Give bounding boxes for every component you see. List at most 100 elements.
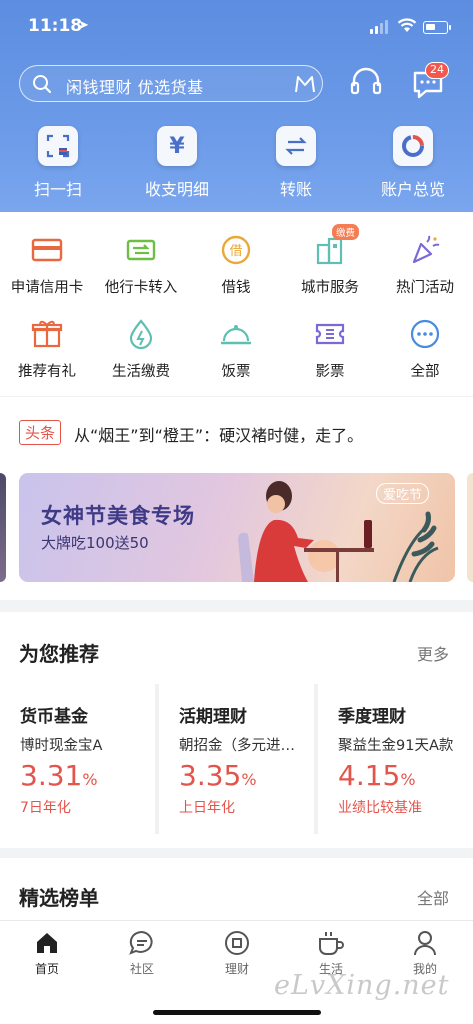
card-product: 朝招金（多元进… <box>179 738 295 754</box>
chat-bubble-icon <box>112 929 172 957</box>
more-icon <box>407 316 443 352</box>
card-product: 聚益生金91天A款 <box>338 738 454 754</box>
borrow-icon: 借 <box>218 232 254 268</box>
rankings-title: 精选榜单 <box>19 886 99 910</box>
recommend-title: 为您推荐 <box>19 642 99 666</box>
party-popper-icon <box>407 232 443 268</box>
card-name: 货币基金 <box>20 707 88 727</box>
banner-title: 女神节美食专场 <box>41 504 195 528</box>
svg-text:借: 借 <box>229 244 242 259</box>
tab-home[interactable]: 首页 <box>17 929 77 977</box>
service-label: 生活缴费 <box>112 364 170 380</box>
city-icon: 缴费 <box>312 224 360 268</box>
headline-news[interactable]: 头条 从“烟王”到“橙王”：硬汉褚时健，走了。 <box>0 396 473 470</box>
quick-action-transfer[interactable]: 转账 <box>241 126 351 200</box>
yen-icon: ¥ <box>157 126 197 166</box>
service-utility-payment[interactable]: 生活缴费 <box>91 316 191 381</box>
service-movie-ticket[interactable]: 影票 <box>280 316 380 381</box>
battery-icon <box>423 21 451 34</box>
promo-banner[interactable]: 女神节美食专场 大牌吃100送50 爱吃节 <box>19 473 455 582</box>
user-icon <box>395 929 455 957</box>
search-placeholder: 闲钱理财 优选货基 <box>66 78 204 97</box>
quick-action-label: 收支明细 <box>144 180 209 199</box>
tab-finance[interactable]: 理财 <box>207 929 267 977</box>
headset-icon[interactable] <box>349 66 383 98</box>
service-label: 全部 <box>410 364 440 380</box>
card-rate-desc: 业绩比较基准 <box>338 800 422 816</box>
status-bar: 11:18 ➤ <box>0 0 473 56</box>
service-referral-gift[interactable]: 推荐有礼 <box>0 316 97 381</box>
banner-prev-peek[interactable] <box>0 473 6 582</box>
card-name: 季度理财 <box>338 707 406 727</box>
banner-carousel: 女神节美食专场 大牌吃100送50 爱吃节 <box>0 470 473 600</box>
service-label: 城市服务 <box>301 280 359 296</box>
service-label: 借钱 <box>221 280 251 296</box>
gift-icon <box>29 316 65 352</box>
service-label: 推荐有礼 <box>18 364 76 380</box>
card-transfer-icon <box>123 232 159 268</box>
card-rate: 4.15% <box>338 759 416 792</box>
finance-icon <box>207 929 267 957</box>
recommend-cards: 货币基金 博时现金宝A 3.31% 7日年化 活期理财 朝招金（多元进… 3.3… <box>0 684 473 834</box>
quick-action-label: 转账 <box>279 180 312 199</box>
quick-action-scan[interactable]: 扫一扫 <box>3 126 113 200</box>
card-rate: 3.31% <box>20 759 98 792</box>
home-icon <box>17 929 77 957</box>
rankings-section: 精选榜单 全部 <box>0 858 473 920</box>
service-city[interactable]: 缴费 城市服务 <box>280 224 380 297</box>
card-product: 博时现金宝A <box>20 738 103 754</box>
service-badge: 缴费 <box>332 224 360 240</box>
tab-label: 理财 <box>224 962 249 976</box>
service-borrow[interactable]: 借 借钱 <box>186 232 286 297</box>
service-grid: 申请信用卡 他行卡转入 借 借钱 缴费 城市服务 热门活动 推荐有礼 生活缴费 … <box>0 212 473 396</box>
scan-icon <box>38 126 78 166</box>
search-icon <box>33 75 52 94</box>
quick-action-statement[interactable]: ¥ 收支明细 <box>122 126 232 200</box>
recommend-more-link[interactable]: 更多 <box>417 641 449 665</box>
headline-tag: 头条 <box>19 420 62 445</box>
tab-community[interactable]: 社区 <box>112 929 172 977</box>
banner-next-peek[interactable] <box>467 473 473 582</box>
tab-label: 社区 <box>129 962 154 976</box>
card-rate: 3.35% <box>179 759 257 792</box>
quick-action-overview[interactable]: 账户总览 <box>358 126 468 200</box>
service-hot-events[interactable]: 热门活动 <box>375 232 473 297</box>
service-label: 热门活动 <box>396 280 454 296</box>
status-time: 11:18 <box>28 16 83 36</box>
recommend-section: 为您推荐 更多 货币基金 博时现金宝A 3.31% 7日年化 活期理财 朝招金（… <box>0 612 473 848</box>
donut-chart-icon <box>393 126 433 166</box>
card-rate-desc: 上日年化 <box>179 800 235 816</box>
recommend-card[interactable]: 季度理财 聚益生金91天A款 4.15% 业绩比较基准 <box>318 684 473 834</box>
wifi-icon <box>397 18 417 32</box>
service-label: 申请信用卡 <box>10 280 84 296</box>
recommend-card[interactable]: 货币基金 博时现金宝A 3.31% 7日年化 <box>0 684 155 834</box>
credit-card-icon <box>29 232 65 268</box>
water-drop-icon <box>123 316 159 352</box>
service-all[interactable]: 全部 <box>375 316 473 381</box>
rankings-all-link[interactable]: 全部 <box>417 885 449 909</box>
search-bar[interactable]: 闲钱理财 优选货基 <box>19 65 323 102</box>
service-meal-voucher[interactable]: 饭票 <box>186 316 286 381</box>
recommend-card[interactable]: 活期理财 朝招金（多元进… 3.35% 上日年化 <box>159 684 314 834</box>
banner-subtitle: 大牌吃100送50 <box>41 534 149 552</box>
dish-cover-icon <box>218 316 254 352</box>
voice-assistant-icon[interactable] <box>294 74 316 94</box>
quick-action-label: 扫一扫 <box>33 180 82 199</box>
watermark: eLvXing.net <box>274 970 450 1001</box>
service-label: 饭票 <box>221 364 251 380</box>
quick-action-label: 账户总览 <box>380 180 445 199</box>
home-indicator[interactable] <box>153 1010 321 1015</box>
service-label: 他行卡转入 <box>104 280 178 296</box>
header: 11:18 ➤ 闲钱理财 优选货基 24 扫一扫 ¥ 收支明细 转账 账户总览 <box>0 0 473 212</box>
message-badge: 24 <box>425 62 449 79</box>
headline-text[interactable]: 从“烟王”到“橙王”：硬汉褚时健，走了。 <box>74 422 363 446</box>
service-card-transfer-in[interactable]: 他行卡转入 <box>91 232 191 297</box>
service-label: 影票 <box>315 364 345 380</box>
service-apply-credit-card[interactable]: 申请信用卡 <box>0 232 97 297</box>
coffee-cup-icon <box>301 929 361 957</box>
banner-illustration <box>238 481 439 582</box>
card-name: 活期理财 <box>179 707 247 727</box>
signal-icon <box>370 20 390 34</box>
ticket-icon <box>312 316 348 352</box>
card-rate-desc: 7日年化 <box>20 800 71 816</box>
